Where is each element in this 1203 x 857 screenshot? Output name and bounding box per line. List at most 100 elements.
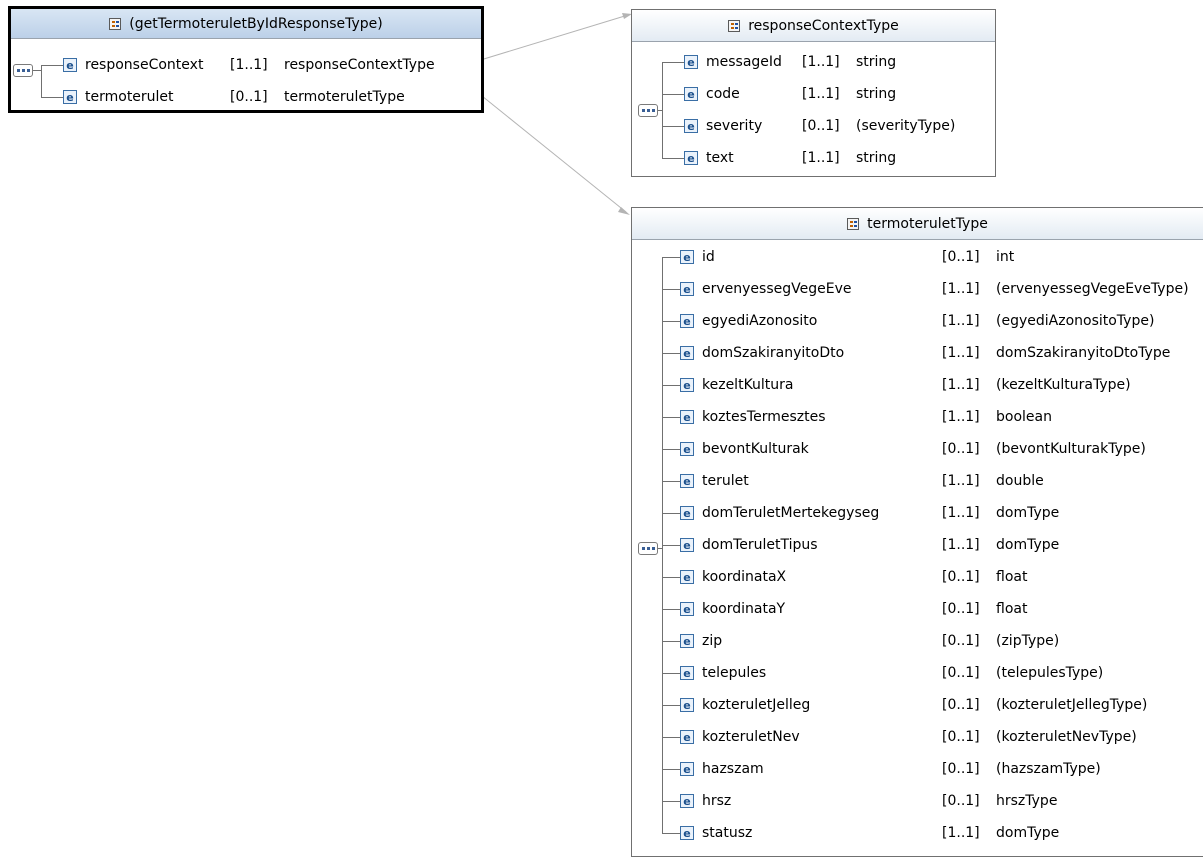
element-icon: e [680, 634, 694, 648]
tree-connector-horizontal [662, 158, 684, 159]
connector-termoterulet [481, 95, 627, 213]
element-row-telepules[interactable]: e telepules [0..1] (telepulesType) [632, 657, 1203, 689]
element-row-bevontKulturak[interactable]: e bevontKulturak [0..1] (bevontKulturakType… [632, 433, 1203, 465]
element-name: messageId [706, 54, 782, 70]
element-icon: e [680, 730, 694, 744]
element-cardinality: [1..1] [942, 345, 980, 361]
tree-connector-horizontal [662, 769, 680, 770]
element-cardinality: [1..1] [942, 505, 980, 521]
element-type: domType [996, 505, 1060, 521]
element-name: code [706, 86, 740, 102]
termoteruletType-title: termoteruletType [867, 215, 988, 232]
element-type: string [856, 54, 897, 70]
element-row-statusz[interactable]: e statusz [1..1] domType [632, 817, 1203, 849]
element-icon: e [680, 570, 694, 584]
element-icon: e [680, 602, 694, 616]
element-cardinality: [0..1] [942, 249, 980, 265]
element-row-id[interactable]: e id [0..1] int [632, 241, 1203, 273]
element-row-koztesTermesztes[interactable]: e koztesTermesztes [1..1] boolean [632, 401, 1203, 433]
element-type: boolean [996, 409, 1052, 425]
tree-connector-horizontal [662, 257, 680, 258]
tree-connector-horizontal [662, 833, 680, 834]
element-name: severity [706, 118, 763, 134]
element-row-ervenyessegVegeEve[interactable]: e ervenyessegVegeEve [1..1] (ervenyessegVeg… [632, 273, 1203, 305]
element-name: telepules [702, 665, 767, 681]
termoteruletType-rows: e id [0..1] int e ervenyessegVegeEve [1..1] (er… [632, 240, 1203, 849]
element-row-zip[interactable]: e zip [0..1] (zipType) [632, 625, 1203, 657]
element-type: string [856, 150, 897, 166]
element-name: zip [702, 633, 723, 649]
element-row-hrsz[interactable]: e hrsz [0..1] hrszType [632, 785, 1203, 817]
element-row-kezeltKultura[interactable]: e kezeltKultura [1..1] (kezeltKulturaType) [632, 369, 1203, 401]
tree-connector-horizontal [662, 289, 680, 290]
element-type: int [996, 249, 1015, 265]
element-icon: e [680, 282, 694, 296]
tree-connector-horizontal [662, 321, 680, 322]
element-type: float [996, 569, 1028, 585]
element-row-kozteruletJelleg[interactable]: e kozteruletJelleg [0..1] (kozteruletJelleg… [632, 689, 1203, 721]
termoteruletType-header[interactable]: termoteruletType [632, 208, 1203, 240]
element-row-domSzakiranyitoDto[interactable]: e domSzakiranyitoDto [1..1] domSzakiranyito… [632, 337, 1203, 369]
element-row-hazszam[interactable]: e hazszam [0..1] (hazszamType) [632, 753, 1203, 785]
element-name: egyediAzonosito [702, 313, 818, 329]
element-row-messageId[interactable]: e messageId [1..1] string [632, 46, 995, 78]
element-type: (kozteruletJellegType) [996, 697, 1148, 713]
element-row-code[interactable]: e code [1..1] string [632, 78, 995, 110]
element-name: id [702, 249, 715, 265]
element-type: (kezeltKulturaType) [996, 377, 1131, 393]
element-row-responseContext[interactable]: e responseContext [1..1] responseContextTyp… [11, 49, 481, 81]
responseContextType-header[interactable]: responseContextType [632, 10, 995, 42]
complex-type-icon [109, 17, 122, 30]
element-type: responseContextType [284, 57, 435, 73]
connector-responseContext [473, 14, 629, 63]
tree-connector-horizontal [662, 673, 680, 674]
tree-connector-horizontal [662, 385, 680, 386]
element-icon: e [680, 346, 694, 360]
element-icon: e [680, 314, 694, 328]
element-row-text[interactable]: e text [1..1] string [632, 142, 995, 174]
tree-connector-horizontal [662, 513, 680, 514]
element-cardinality: [0..1] [942, 569, 980, 585]
element-icon: e [680, 762, 694, 776]
element-row-termoterulet[interactable]: e termoterulet [0..1] termoteruletType [11, 81, 481, 113]
element-name: text [706, 150, 734, 166]
element-type: domType [996, 537, 1060, 553]
element-row-domTeruletTipus[interactable]: e domTeruletTipus [1..1] domType [632, 529, 1203, 561]
element-type: (severityType) [856, 118, 956, 134]
element-row-egyediAzonosito[interactable]: e egyediAzonosito [1..1] (egyediAzonositoTy… [632, 305, 1203, 337]
termoteruletType-box[interactable]: termoteruletType e id [0..1] int e ervenyesse… [631, 207, 1203, 857]
element-icon: e [684, 87, 698, 101]
element-row-severity[interactable]: e severity [0..1] (severityType) [632, 110, 995, 142]
tree-connector-horizontal [662, 737, 680, 738]
element-type: domType [996, 825, 1060, 841]
element-cardinality: [0..1] [230, 89, 268, 105]
tree-connector-horizontal [662, 577, 680, 578]
element-name: statusz [702, 825, 753, 841]
element-icon: e [63, 58, 77, 72]
element-cardinality: [0..1] [942, 793, 980, 809]
element-name: domTeruletTipus [702, 537, 818, 553]
root-type-header[interactable]: (getTermoteruletByIdResponseType) [11, 9, 481, 39]
element-row-koordinataX[interactable]: e koordinataX [0..1] float [632, 561, 1203, 593]
element-icon: e [680, 378, 694, 392]
element-name: hazszam [702, 761, 764, 777]
element-row-terulet[interactable]: e terulet [1..1] double [632, 465, 1203, 497]
element-cardinality: [1..1] [942, 281, 980, 297]
element-type: (telepulesType) [996, 665, 1104, 681]
element-name: koztesTermesztes [702, 409, 826, 425]
element-icon: e [680, 794, 694, 808]
element-cardinality: [1..1] [802, 54, 840, 70]
root-type-rows: e responseContext [1..1] responseContextTyp… [11, 39, 481, 113]
root-type-box[interactable]: (getTermoteruletByIdResponseType) e respo… [8, 6, 484, 113]
element-row-kozteruletNev[interactable]: e kozteruletNev [0..1] (kozteruletNevType) [632, 721, 1203, 753]
element-icon: e [680, 250, 694, 264]
element-icon: e [684, 55, 698, 69]
responseContextType-box[interactable]: responseContextType e messageId [1..1] stri… [631, 9, 996, 177]
element-row-koordinataY[interactable]: e koordinataY [0..1] float [632, 593, 1203, 625]
tree-connector-horizontal [662, 417, 680, 418]
connector-termoterulet-arrow [618, 207, 630, 215]
element-name: terulet [702, 473, 749, 489]
element-row-domTeruletMertekegyseg[interactable]: e domTeruletMertekegyseg [1..1] domType [632, 497, 1203, 529]
element-icon: e [680, 410, 694, 424]
element-type: termoteruletType [284, 89, 405, 105]
